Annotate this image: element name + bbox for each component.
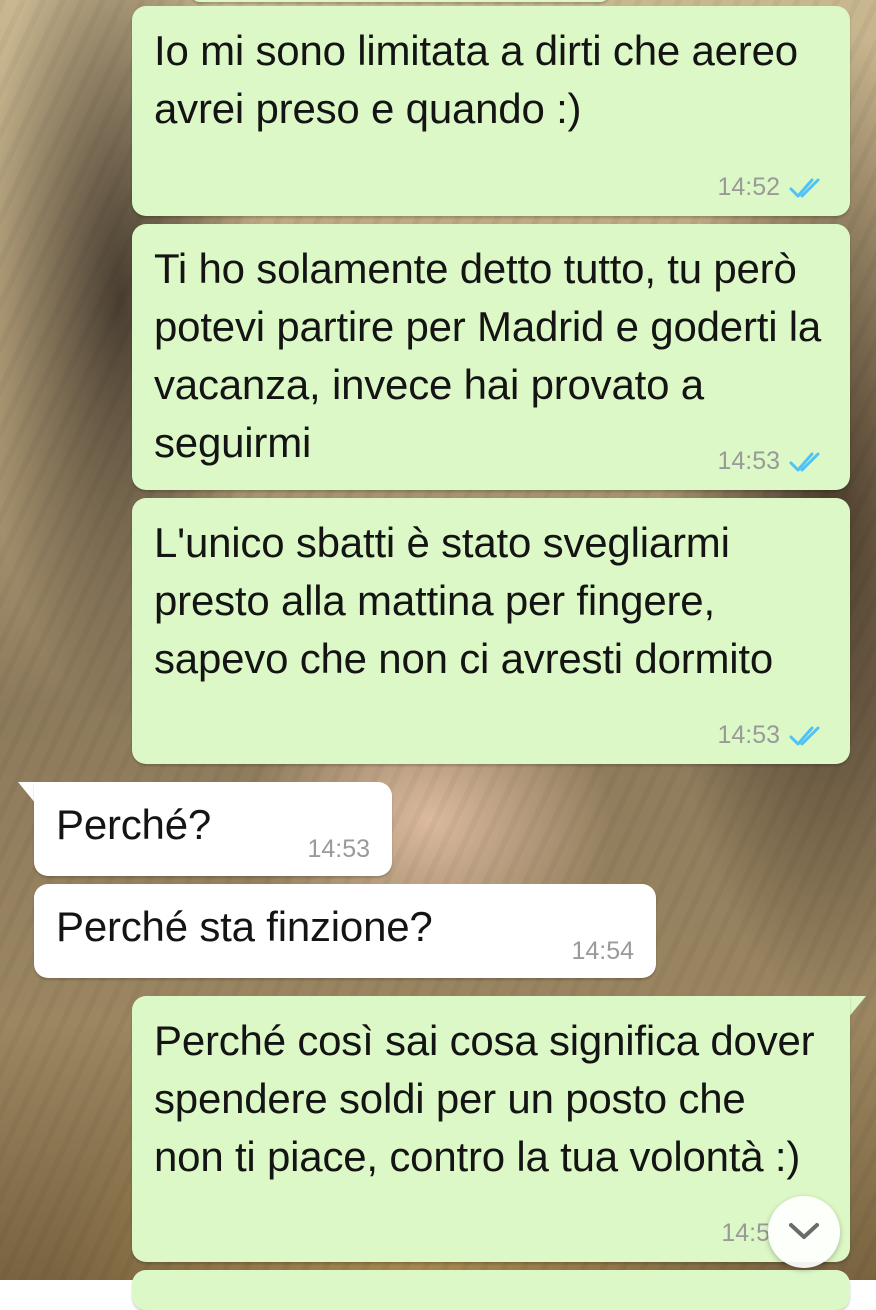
message-time: 14:53 [717, 721, 780, 749]
message-bubble-incoming[interactable]: Perché sta finzione? 14:54 [34, 884, 656, 978]
message-time: 14:54 [571, 937, 634, 965]
message-text: Perché? [56, 801, 212, 848]
message-meta: 14:53 [717, 721, 828, 750]
message-meta: 14:53 [717, 447, 828, 476]
read-double-check-icon [789, 452, 820, 471]
message-text: Perché sta finzione? [56, 903, 433, 950]
scroll-to-bottom-button[interactable] [768, 1196, 840, 1268]
message-list[interactable]: Io mi sono limitata a dirti che aereo av… [0, 0, 876, 1310]
read-double-check-icon [789, 178, 820, 197]
message-bubble-outgoing[interactable]: Io mi sono limitata a dirti che aereo av… [132, 6, 850, 216]
message-bubble-partial[interactable] [132, 1270, 850, 1310]
message-time: 14:53 [307, 835, 370, 863]
message-time: 14:52 [717, 173, 780, 201]
message-text: Io mi sono limitata a dirti che aereo av… [154, 27, 798, 132]
message-bubble-outgoing[interactable]: Perché così sai cosa significa dover spe… [132, 996, 850, 1262]
read-double-check-icon [789, 726, 820, 745]
message-bubble-outgoing[interactable]: L'unico sbatti è stato svegliarmi presto… [132, 498, 850, 764]
message-meta: 14:53 [307, 835, 370, 864]
message-meta: 14:52 [717, 173, 828, 202]
message-time: 14:5 [721, 1219, 770, 1247]
message-time: 14:53 [717, 447, 780, 475]
message-bubble-partial[interactable] [190, 0, 610, 2]
message-bubble-outgoing[interactable]: Ti ho solamente detto tutto, tu però pot… [132, 224, 850, 490]
message-text: Perché così sai cosa significa dover spe… [154, 1017, 815, 1180]
chevron-down-icon [789, 1223, 819, 1239]
bubble-tail [848, 996, 866, 1018]
message-text: Ti ho solamente detto tutto, tu però pot… [154, 245, 822, 466]
message-meta: 14:5 [721, 1219, 770, 1248]
message-bubble-incoming[interactable]: Perché? 14:53 [34, 782, 392, 876]
message-meta: 14:54 [571, 937, 634, 966]
message-text: L'unico sbatti è stato svegliarmi presto… [154, 519, 774, 682]
